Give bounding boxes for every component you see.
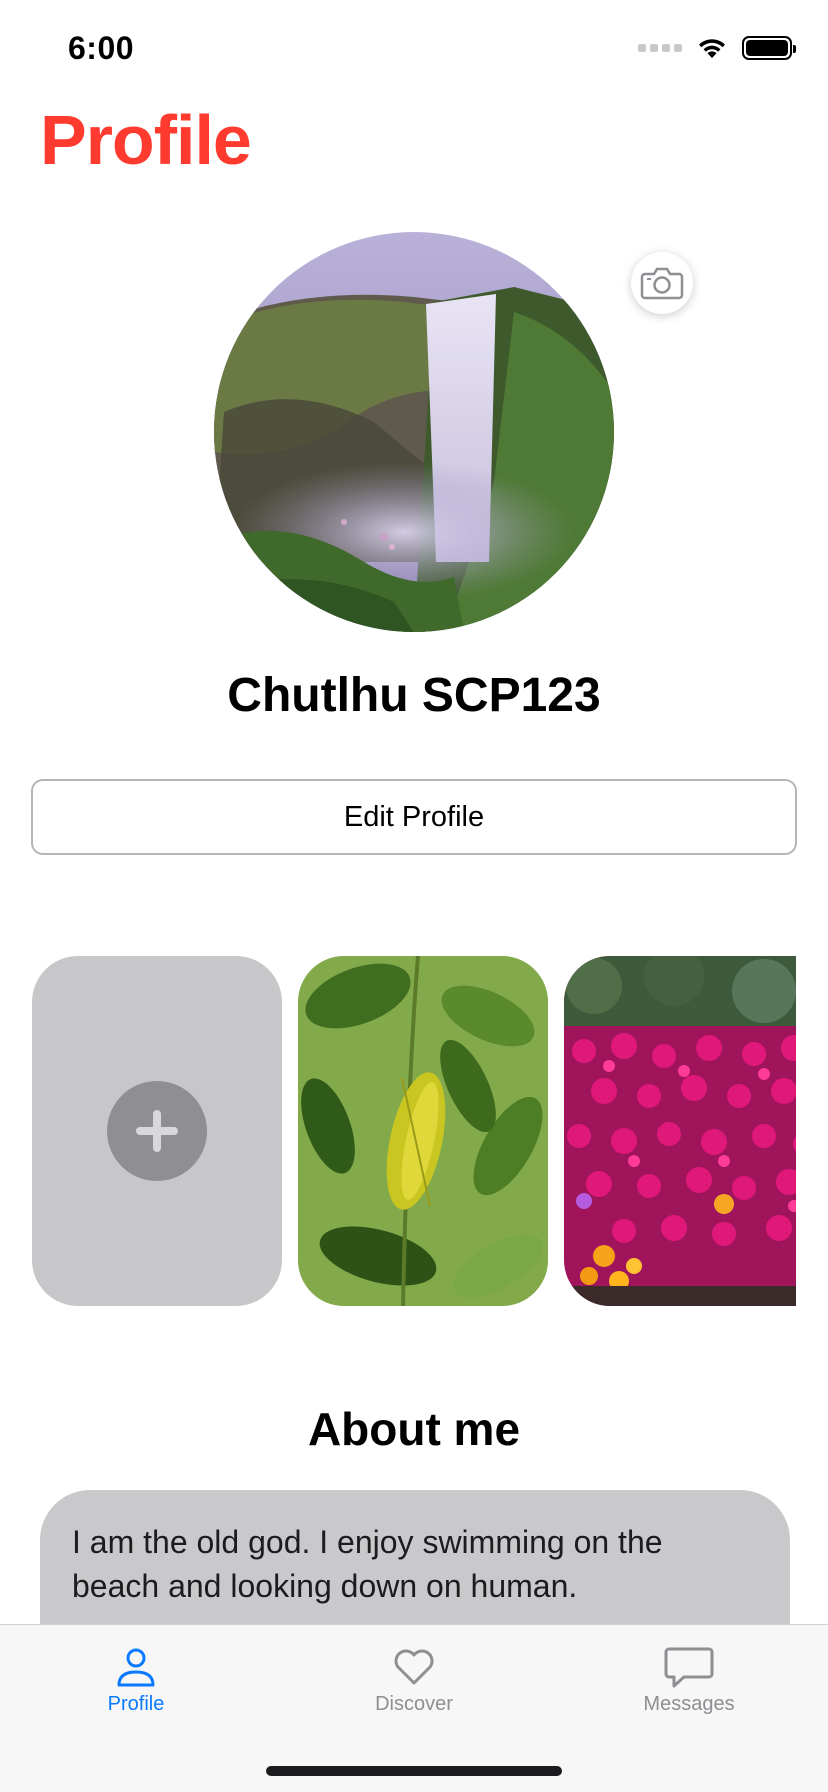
add-photo-button[interactable] xyxy=(107,1081,207,1181)
gallery-photo-flowers[interactable] xyxy=(564,956,796,1306)
status-bar: 6:00 xyxy=(0,0,828,100)
photo-gallery[interactable] xyxy=(32,956,796,1306)
change-photo-button[interactable] xyxy=(631,252,693,314)
home-indicator[interactable] xyxy=(266,1766,562,1776)
tab-discover[interactable]: Discover xyxy=(324,1645,504,1716)
gallery-photo-leaves[interactable] xyxy=(298,956,548,1306)
person-icon xyxy=(117,1648,155,1687)
tab-profile[interactable]: Profile xyxy=(46,1645,226,1716)
camera-icon xyxy=(640,267,684,300)
tab-messages[interactable]: Messages xyxy=(599,1645,779,1716)
add-photo-card[interactable] xyxy=(32,956,282,1306)
tab-messages-label: Messages xyxy=(643,1693,735,1715)
plus-icon xyxy=(136,1110,178,1152)
edit-profile-button[interactable]: Edit Profile xyxy=(31,779,797,855)
status-time: 6:00 xyxy=(68,30,135,66)
about-heading: About me xyxy=(307,1403,521,1455)
heart-icon xyxy=(394,1649,434,1685)
battery-icon xyxy=(742,36,796,60)
cellular-signal-icon xyxy=(638,44,682,52)
profile-name: Chutlhu SCP123 xyxy=(227,669,601,722)
page-title: Profile xyxy=(40,101,252,179)
status-icons xyxy=(638,36,796,60)
tab-profile-label: Profile xyxy=(107,1693,165,1715)
wifi-icon xyxy=(699,39,725,58)
tab-discover-label: Discover xyxy=(375,1693,453,1715)
profile-avatar[interactable] xyxy=(214,232,614,632)
about-text: I am the old god. I enjoy swimming on th… xyxy=(72,1524,663,1604)
message-bubble-icon xyxy=(664,1647,714,1688)
